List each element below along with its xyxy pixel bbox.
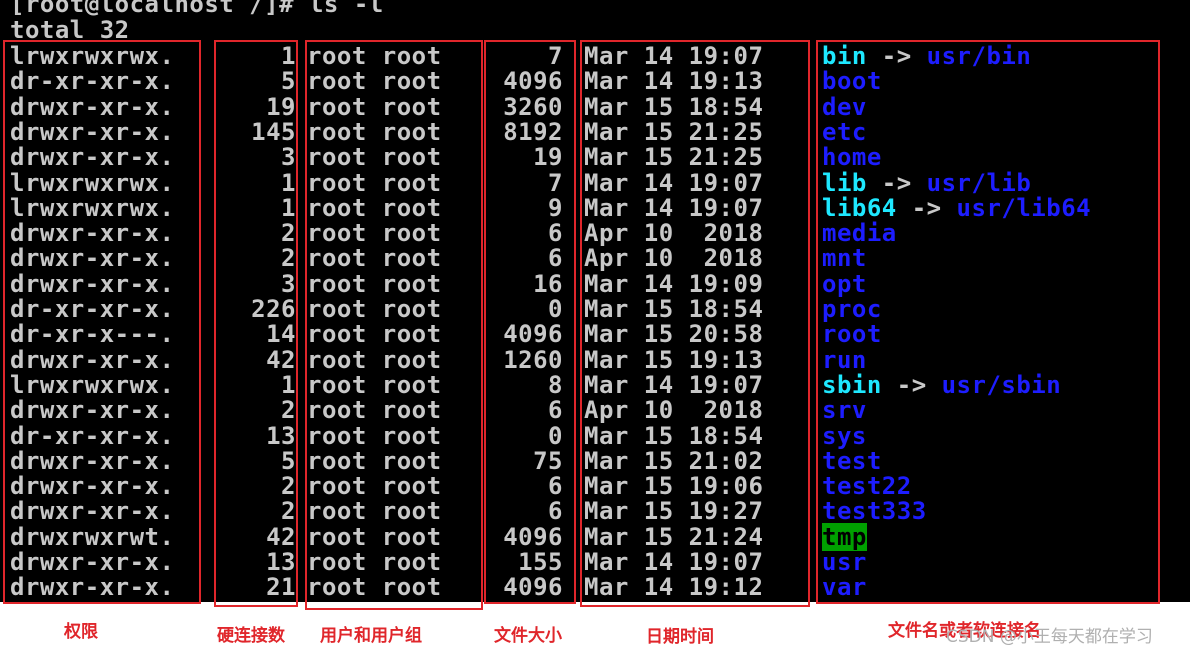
watermark: CSDN @小王每天都在学习	[946, 627, 1153, 647]
owner-column-box	[305, 40, 483, 610]
caption-date: 日期时间	[646, 627, 714, 647]
command-prompt: [root@localhost /]# ls -l	[10, 0, 384, 18]
links-column-box	[214, 40, 298, 607]
name-column-box	[816, 40, 1160, 604]
size-column-box	[484, 40, 576, 604]
caption-perm: 权限	[64, 622, 98, 642]
date-column-box	[580, 40, 810, 607]
caption-size: 文件大小	[494, 626, 562, 646]
caption-links: 硬连接数	[217, 626, 285, 646]
perm-column-box	[3, 40, 201, 604]
caption-owner: 用户和用户组	[320, 626, 422, 646]
